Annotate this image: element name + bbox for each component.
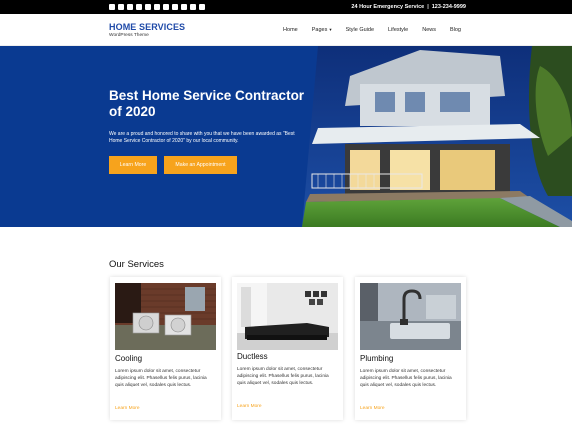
nav-home-label: Home [283, 27, 298, 33]
nav-pages-label: Pages [311, 27, 328, 33]
plumbing-image [360, 283, 461, 350]
card-title: Plumbing [360, 354, 394, 363]
nav-blog-label: Blog [449, 27, 461, 33]
instagram-icon[interactable] [127, 4, 133, 10]
tumblr-icon[interactable] [181, 4, 187, 10]
nav-lifestyle-label: Lifestyle [388, 27, 409, 33]
social-icons [109, 0, 205, 14]
service-card-ductless[interactable]: Ductless Lorem ipsum dolor sit amet, con… [232, 277, 343, 420]
emergency-label: 24 Hour Emergency Service [351, 4, 425, 10]
nav-news-label: News [422, 27, 436, 33]
phone-number[interactable]: 123-234-9999 [432, 4, 466, 10]
nav-lifestyle[interactable]: Lifestyle [388, 27, 408, 33]
flickr-icon[interactable] [199, 4, 205, 10]
site-header: HOME SERVICES WordPress Theme Home Pages… [0, 14, 572, 46]
service-card-cooling[interactable]: Cooling Lorem ipsum dolor sit amet, cons… [110, 277, 221, 420]
main-nav: Home Pages ▾ Style Guide Lifestyle News B… [283, 14, 461, 46]
emergency-contact: 24 Hour Emergency Service | 123-234-9999 [351, 0, 466, 14]
hero-content: Best Home Service Contractor of 2020 We … [109, 88, 319, 174]
card-learn-more-link[interactable]: Learn More [237, 404, 262, 409]
nav-blog[interactable]: Blog [450, 27, 461, 33]
nav-news[interactable]: News [422, 27, 436, 33]
nav-pages[interactable]: Pages ▾ [312, 27, 332, 33]
learn-more-button[interactable]: Learn More [109, 156, 157, 174]
card-title: Cooling [115, 354, 143, 363]
cooling-image [115, 283, 216, 350]
site-title[interactable]: HOME SERVICES [109, 22, 185, 32]
hero-section: Best Home Service Contractor of 2020 We … [0, 46, 572, 227]
card-text: Lorem ipsum dolor sit amet, consectetur … [237, 367, 329, 386]
chat-icon[interactable] [190, 4, 196, 10]
card-text: Lorem ipsum dolor sit amet, consectetur … [360, 369, 452, 388]
nav-style-guide[interactable]: Style Guide [346, 27, 374, 33]
card-title: Ductless [237, 352, 268, 361]
site-brand[interactable]: HOME SERVICES WordPress Theme [109, 22, 185, 38]
hero-buttons: Learn More Make an Appointment [109, 156, 319, 174]
card-learn-more-link[interactable]: Learn More [360, 406, 385, 411]
linkedin-icon[interactable] [136, 4, 142, 10]
chevron-down-icon: ▾ [329, 27, 332, 32]
separator: | [427, 4, 429, 10]
nav-style-guide-label: Style Guide [345, 27, 375, 33]
hero-description: We are a proud and honored to share with… [109, 131, 295, 144]
ductless-image [237, 283, 338, 350]
service-card-plumbing[interactable]: Plumbing Lorem ipsum dolor sit amet, con… [355, 277, 466, 420]
top-bar: 24 Hour Emergency Service | 123-234-9999 [0, 0, 572, 14]
card-text: Lorem ipsum dolor sit amet, consectetur … [115, 369, 207, 388]
facebook-icon[interactable] [109, 4, 115, 10]
hero-headline: Best Home Service Contractor of 2020 [109, 88, 305, 119]
card-learn-more-link[interactable]: Learn More [115, 406, 140, 411]
services-heading: Our Services [109, 259, 164, 270]
xing-icon[interactable] [172, 4, 178, 10]
twitter-icon[interactable] [118, 4, 124, 10]
pinterest-icon[interactable] [154, 4, 160, 10]
nav-home[interactable]: Home [283, 27, 298, 33]
github-icon[interactable] [163, 4, 169, 10]
make-appointment-button[interactable]: Make an Appointment [164, 156, 237, 174]
site-tagline: WordPress Theme [109, 33, 149, 38]
youtube-icon[interactable] [145, 4, 151, 10]
